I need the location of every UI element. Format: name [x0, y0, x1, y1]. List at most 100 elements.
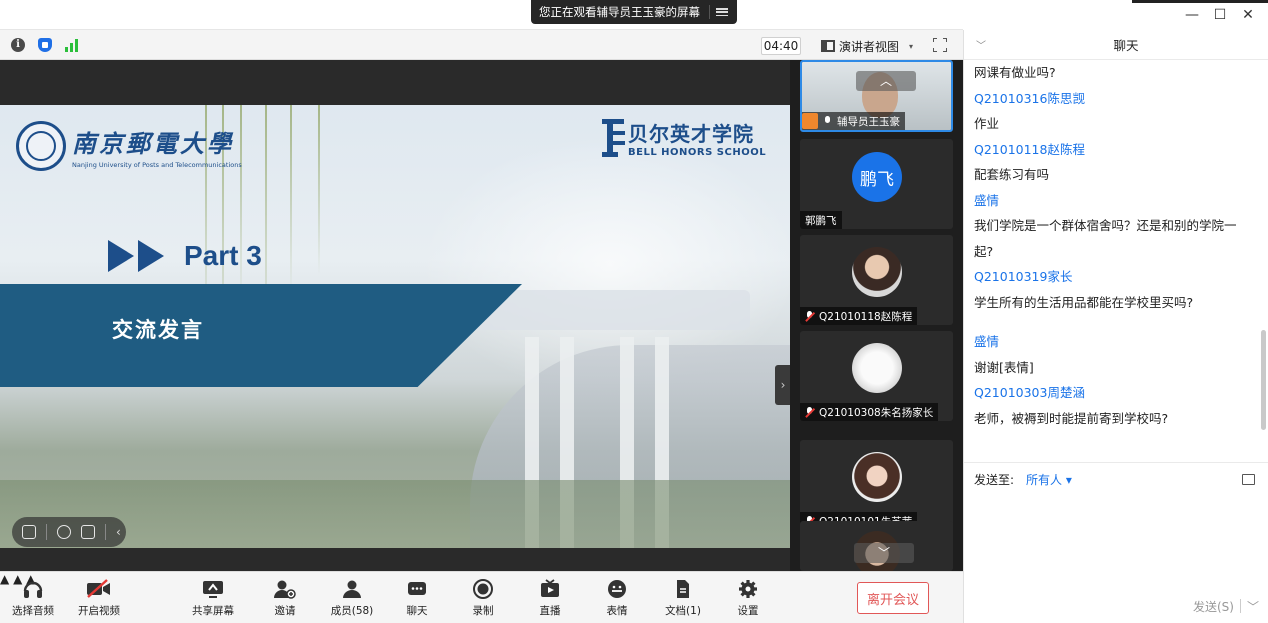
presenter-icon [802, 113, 818, 129]
video-tile[interactable]: Q21010101朱苏茜 [800, 440, 953, 530]
chevron-down-icon[interactable]: ﹀ [976, 37, 986, 52]
chat-sender: Q21010303周楚涵 [974, 385, 1085, 400]
chat-icon [408, 582, 426, 595]
chat-message: 我们学院是一个群体宿舍吗？还是和别的学院一 [974, 218, 1237, 233]
emoji-icon[interactable] [57, 525, 71, 539]
invite-label: 邀请 [274, 605, 296, 617]
headset-icon [23, 581, 43, 598]
chevron-right-icon [108, 240, 134, 272]
emoji-button[interactable]: 表情 [587, 578, 647, 618]
invite-button[interactable]: 邀请 [255, 578, 315, 618]
emoji-icon [608, 580, 626, 598]
share-screen-label: 共享屏幕 [192, 605, 234, 617]
meeting-timer: 04:40 [761, 37, 801, 55]
camera-off-icon [87, 579, 110, 598]
document-icon [677, 580, 689, 598]
participant-name: Q21010308朱名扬家长 [819, 406, 934, 419]
emoji-label: 表情 [606, 605, 628, 617]
chat-label: 聊天 [406, 605, 428, 617]
university-name-en: Nanjing University of Posts and Telecomm… [72, 160, 242, 169]
bell-school-mark-icon [598, 117, 628, 159]
university-logo: 南京郵電大學 Nanjing University of Posts and T… [16, 121, 242, 171]
chat-sender: 盛情 [974, 192, 1000, 208]
video-panel-toggle-icon[interactable]: › [775, 365, 791, 405]
video-tile[interactable]: Q21010308朱名扬家长 [800, 331, 953, 421]
members-button[interactable]: 成员(58) [322, 578, 382, 618]
section-banner-text: 交流发言 [112, 318, 204, 342]
screen-share-banner[interactable]: 您正在观看辅导员王玉豪的屏幕 [531, 0, 737, 24]
school-logo: 贝尔英才学院 BELL HONORS SCHOOL [598, 117, 766, 159]
menu-icon[interactable] [716, 6, 728, 18]
live-stream-icon [541, 579, 559, 597]
scroll-down-icon[interactable]: ﹀ [854, 543, 914, 563]
layout-icon[interactable] [22, 525, 36, 539]
video-tile[interactable]: Q21010118赵陈程 [800, 235, 953, 325]
fullscreen-icon[interactable] [933, 38, 947, 52]
info-icon[interactable]: i [11, 38, 25, 52]
send-to-dropdown[interactable]: 所有人 ▾ [1026, 471, 1072, 488]
record-button[interactable]: 录制 [453, 578, 513, 618]
signal-icon[interactable] [65, 38, 79, 52]
chat-message-list[interactable]: 网课有做业吗? Q21010316陈思觊 作业 Q21010118赵陈程 配套练… [964, 60, 1268, 460]
participant-name-tag: Q21010118赵陈程 [800, 307, 918, 325]
audio-button[interactable]: 选择音频 [3, 578, 63, 618]
gear-icon [739, 580, 757, 598]
docs-button[interactable]: 文档(1) [653, 578, 713, 618]
video-tile[interactable]: 鹏飞 郭鹏飞 [800, 139, 953, 229]
shared-screen: 南京郵電大學 Nanjing University of Posts and T… [0, 60, 791, 571]
avatar: 鹏飞 [852, 152, 902, 202]
participant-name-tag: 郭鹏飞 [800, 211, 842, 229]
scroll-up-icon[interactable]: ︿ [856, 71, 916, 91]
chat-scrollbar[interactable] [1261, 330, 1266, 430]
chat-header: ﹀ 聊天 [964, 30, 1268, 60]
close-icon[interactable]: ✕ [1234, 1, 1262, 29]
annotation-toolbar[interactable]: ‹ [12, 517, 126, 547]
audio-label: 选择音频 [12, 605, 54, 617]
chat-message: 学生所有的生活用品都能在学校里买吗? [974, 294, 1194, 310]
members-icon [343, 580, 361, 598]
view-mode-dropdown[interactable]: 演讲者视图 ▾ [821, 36, 913, 56]
view-mode-label: 演讲者视图 [839, 39, 900, 54]
chat-message: 配套练习有吗 [974, 167, 1050, 182]
live-button[interactable]: 直播 [520, 578, 580, 618]
image-icon[interactable] [1242, 474, 1255, 485]
share-screen-icon [203, 581, 223, 598]
mic-icon [823, 115, 832, 127]
share-screen-button[interactable]: 共享屏幕 [183, 578, 243, 618]
video-button[interactable]: 开启视频 [69, 578, 129, 618]
video-tile[interactable]: ︿ 辅导员王玉豪 [800, 60, 953, 132]
settings-label: 设置 [737, 605, 759, 617]
chat-bubble-icon[interactable] [81, 525, 95, 539]
send-to-label: 发送至: [974, 473, 1015, 487]
chat-button[interactable]: 聊天 [387, 578, 447, 618]
chat-sender: Q21010118赵陈程 [974, 141, 1085, 157]
record-label: 录制 [472, 605, 494, 617]
send-options-chevron-icon[interactable]: ﹀ [1247, 598, 1259, 615]
mic-muted-icon [805, 406, 814, 418]
chat-message: 网课有做业吗? [974, 65, 1056, 80]
shield-icon[interactable] [38, 38, 52, 52]
avatar [852, 452, 902, 502]
chevron-right-icon [138, 240, 164, 272]
chevron-down-icon: ▾ [909, 41, 914, 51]
chat-message: 老师，被褥到时能提前寄到学校吗? [974, 410, 1169, 426]
participant-name: Q21010118赵陈程 [819, 310, 913, 323]
chat-sender: Q21010316陈思觊 [974, 90, 1085, 106]
minimize-icon[interactable]: — [1178, 1, 1206, 29]
mic-muted-icon [805, 310, 814, 322]
maximize-icon[interactable]: ☐ [1206, 1, 1234, 29]
collapse-left-icon[interactable]: ‹ [116, 525, 121, 539]
chat-sender: 盛情 [974, 334, 1000, 349]
send-button[interactable]: 发送(S) [1193, 598, 1234, 615]
settings-button[interactable]: 设置 [718, 578, 778, 618]
chat-message: 作业 [974, 116, 1000, 131]
leave-meeting-button[interactable]: 离开会议 [857, 582, 929, 614]
participant-name-tag: Q21010308朱名扬家长 [800, 403, 939, 421]
chat-sender: Q21010319家长 [974, 269, 1073, 284]
invite-icon [274, 580, 296, 599]
participant-video-list: ︿ 辅导员王玉豪 鹏飞 郭鹏飞 Q21010118赵陈程 Q21010308朱名… [790, 60, 963, 571]
members-label: 成员(58) [330, 605, 374, 617]
video-tile[interactable]: ﹀ [800, 521, 953, 571]
record-icon [473, 579, 493, 599]
participant-name: 郭鹏飞 [805, 214, 837, 227]
